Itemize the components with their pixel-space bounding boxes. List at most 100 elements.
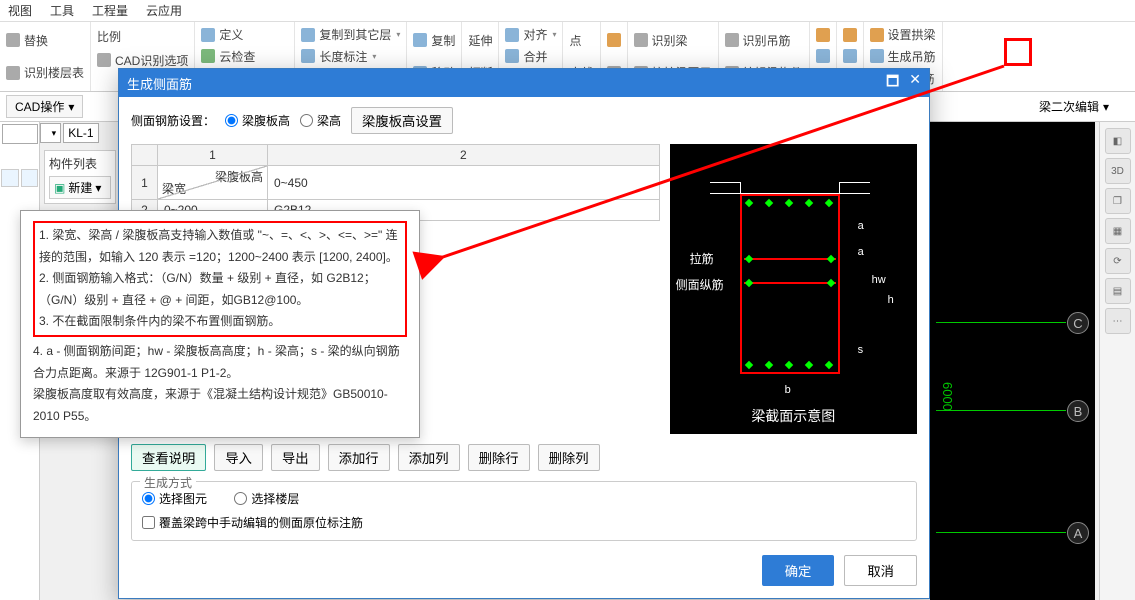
close-icon[interactable]: ✕ <box>909 71 921 95</box>
btn-import[interactable]: 导入 <box>214 444 263 471</box>
ok-button[interactable]: 确定 <box>762 555 835 586</box>
help-line3: 3. 不在截面限制条件内的梁不布置侧面钢筋。 <box>39 311 401 333</box>
chk-overwrite[interactable]: 覆盖梁跨中手动编辑的侧面原位标注筋 <box>142 514 363 531</box>
opt-label: 侧面钢筋设置： <box>131 112 215 129</box>
rtool-ref-icon[interactable]: ⟳ <box>1105 248 1131 274</box>
help-line5: 梁腹板高度取有效高度，来源于《混凝土结构设计规范》GB50010-2010 P5… <box>33 384 407 427</box>
rb-box[interactable] <box>605 32 623 48</box>
grid-b: B <box>1067 400 1089 422</box>
table-buttons: 查看说明 导入 导出 添加行 添加列 删除行 删除列 <box>131 444 917 471</box>
radio-beamheight[interactable]: 梁高 <box>300 112 341 129</box>
rb-x1[interactable] <box>814 27 832 43</box>
minimize-icon[interactable]: 🗖 <box>886 71 899 95</box>
dim-icon <box>301 49 315 63</box>
grid-icon <box>816 49 830 63</box>
component-list-header: 构件列表 <box>49 155 111 172</box>
rb-x5[interactable] <box>841 48 859 64</box>
cross-header: 梁腹板高 梁宽 <box>158 166 268 200</box>
btn-addcol[interactable]: 添加列 <box>398 444 460 471</box>
gear-icon <box>97 53 111 67</box>
highlight-target <box>1004 38 1032 66</box>
btn-addrow[interactable]: 添加行 <box>328 444 390 471</box>
generate-mode: 生成方式 选择图元 选择楼层 覆盖梁跨中手动编辑的侧面原位标注筋 <box>131 481 917 541</box>
rb-x2[interactable] <box>814 48 832 64</box>
menu-item[interactable]: 工具 <box>50 2 74 19</box>
rb-copylayer[interactable]: 复制到其它层▾ <box>299 25 402 44</box>
rtool-3d-icon[interactable]: 3D <box>1105 158 1131 184</box>
dim-6000: 6000 <box>940 382 955 411</box>
btn-show-help[interactable]: 查看说明 <box>131 444 206 471</box>
rb-x4[interactable] <box>841 27 859 43</box>
box-icon <box>607 33 621 47</box>
rb-cad-opts[interactable]: CAD识别选项 <box>95 51 190 70</box>
rb-define[interactable]: 定义 <box>199 25 290 44</box>
rb-cloudcheck[interactable]: 云检查 <box>199 47 290 66</box>
help-line2: 2. 侧面钢筋输入格式：（G/N）数量 + 级别 + 直径，如 G2B12；（G… <box>39 268 401 311</box>
align-icon <box>505 28 519 42</box>
dialog-titlebar[interactable]: 生成侧面筋 🗖 ✕ <box>119 69 929 97</box>
rtool-box-icon[interactable]: ❐ <box>1105 188 1131 214</box>
beam-edit-dropdown[interactable]: 梁二次编辑▾ <box>1039 98 1109 115</box>
cad-canvas[interactable]: C B A 6000 <box>930 122 1095 600</box>
genmode-title: 生成方式 <box>140 474 196 491</box>
table-icon <box>6 66 20 80</box>
grid-a: A <box>1067 522 1089 544</box>
menu-item[interactable]: 视图 <box>8 2 32 19</box>
rb-floor-table[interactable]: 识别楼层表 <box>4 63 86 82</box>
rb-merge[interactable]: 合并 <box>503 47 558 66</box>
kl-left[interactable]: ▾ <box>40 123 61 143</box>
copy-icon <box>301 28 315 42</box>
define-icon <box>201 28 215 42</box>
rb-lendim[interactable]: 长度标注▾ <box>299 47 402 66</box>
new-component-button[interactable]: ▣新建▾ <box>49 176 111 199</box>
hanger-icon <box>725 33 739 47</box>
rb-setarch[interactable]: 设置拱梁 <box>868 25 938 44</box>
cloud-icon <box>201 49 215 63</box>
kl-select[interactable]: KL-1 <box>63 123 98 143</box>
btn-delcol[interactable]: 删除列 <box>538 444 600 471</box>
help-line4: 4. a - 侧面钢筋间距；hw - 梁腹板高高度；h - 梁高；s - 梁的纵… <box>33 341 407 384</box>
mini-combo[interactable] <box>2 124 38 144</box>
cancel-button[interactable]: 取消 <box>844 555 917 586</box>
rtool-grid-icon[interactable]: ▤ <box>1105 278 1131 304</box>
rb-extend[interactable]: 延伸 <box>466 31 494 50</box>
rb-idbeam[interactable]: 识别梁 <box>632 31 714 50</box>
rb-idhanger[interactable]: 识别吊筋 <box>723 31 805 50</box>
rb-align[interactable]: 对齐▾ <box>503 25 558 44</box>
btn-export[interactable]: 导出 <box>271 444 320 471</box>
rb-point[interactable]: 点 <box>567 31 595 50</box>
plus-icon: ▣ <box>54 181 65 195</box>
rb-copy[interactable]: 复制 <box>411 31 457 50</box>
radio-sel-floor[interactable]: 选择楼层 <box>234 490 299 507</box>
beam-preview: 拉筋 侧面纵筋 a a hw h s b 梁截面示意图 <box>670 144 917 434</box>
menu-item[interactable]: 工程量 <box>92 2 128 19</box>
kl-combo: ▾ KL-1 <box>40 123 99 143</box>
radio-sel-element[interactable]: 选择图元 <box>142 490 207 507</box>
rb-genhanger[interactable]: 生成吊筋 <box>868 47 938 66</box>
left-tool-1[interactable] <box>1 169 19 187</box>
rownum-1: 1 <box>132 166 158 200</box>
i1-icon <box>843 28 857 42</box>
menu-item[interactable]: 云应用 <box>146 2 182 19</box>
arch-icon <box>870 28 884 42</box>
swap-icon <box>816 28 830 42</box>
cell-1-2[interactable]: 0~450 <box>268 166 660 200</box>
rtool-cube-icon[interactable]: ◧ <box>1105 128 1131 154</box>
component-list: 构件列表 ▣新建▾ <box>44 150 116 204</box>
gen-icon <box>870 49 884 63</box>
btn-delrow[interactable]: 删除行 <box>468 444 530 471</box>
rb-replace[interactable]: 替换 <box>4 31 86 50</box>
web-height-cfg-button[interactable]: 梁腹板高设置 <box>351 107 453 134</box>
merge-icon <box>505 49 519 63</box>
cad-op-dropdown[interactable]: CAD操作▾ <box>6 95 83 118</box>
help-line1: 1. 梁宽、梁高 / 梁腹板高支持输入数值或 "~、=、<、>、<=、>=" 连… <box>39 225 401 268</box>
col-1: 1 <box>158 145 268 166</box>
radio-webheight[interactable]: 梁腹板高 <box>225 112 290 129</box>
left-tool-2[interactable] <box>21 169 39 187</box>
preview-caption: 梁截面示意图 <box>670 406 917 426</box>
menubar: 视图 工具 工程量 云应用 <box>0 0 1135 22</box>
rtool-more-icon[interactable]: ⋯ <box>1105 308 1131 334</box>
rb-scale[interactable]: 比例 <box>95 27 190 46</box>
rtool-view-icon[interactable]: ▦ <box>1105 218 1131 244</box>
copy2-icon <box>413 33 427 47</box>
